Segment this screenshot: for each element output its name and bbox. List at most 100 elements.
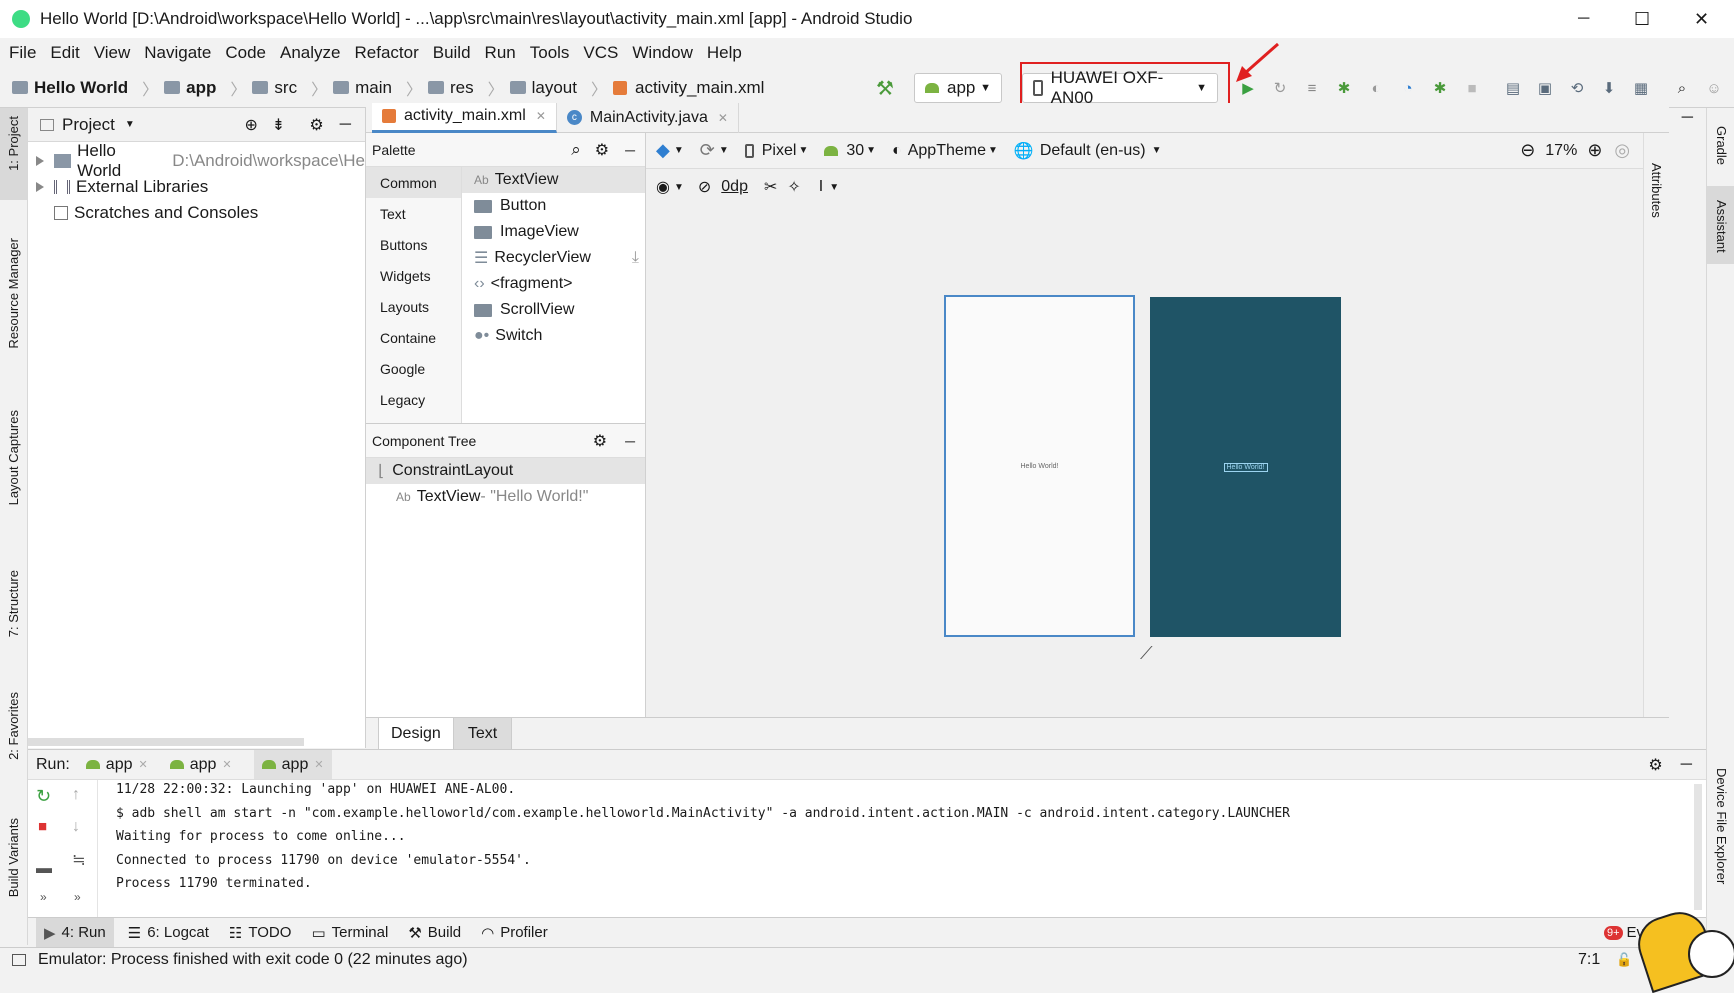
breadcrumb-file[interactable]: activity_main.xml — [613, 78, 764, 98]
tool-tab-logcat[interactable]: ☰ 6: Logcat — [128, 924, 209, 942]
api-level-select[interactable]: 30 — [846, 142, 864, 160]
eye-icon[interactable]: ◉ — [656, 177, 670, 197]
rerun-icon[interactable]: ↻ — [36, 786, 51, 807]
apply-changes-icon[interactable]: ↻ — [1269, 77, 1291, 99]
resource-manager-tab[interactable]: Resource Manager — [6, 238, 21, 349]
resize-handle-icon[interactable]: ⟋ — [1140, 643, 1153, 664]
coverage-icon[interactable]: ◐ — [1365, 77, 1387, 99]
hide-icon[interactable]: ─ — [340, 116, 351, 134]
palette-item-button[interactable]: Button — [462, 193, 645, 219]
preview-textview[interactable]: Hello World! — [1021, 463, 1059, 470]
blueprint-preview-phone[interactable]: Hello World! — [1150, 297, 1341, 637]
apply-code-changes-icon[interactable]: ≡ — [1301, 77, 1323, 99]
assistant-tab[interactable]: Assistant — [1714, 200, 1729, 253]
project-tool-tab[interactable]: 1: Project — [6, 116, 21, 171]
download-icon[interactable]: ⤓ — [632, 249, 639, 267]
search-icon[interactable]: ⌕ — [1671, 77, 1693, 99]
zoom-in-icon[interactable]: ⊕ — [1587, 140, 1602, 161]
cursor-position[interactable]: 7:1 — [1578, 951, 1600, 969]
tab-activity-main[interactable]: activity_main.xml ✕ — [372, 102, 557, 133]
design-preview-phone[interactable]: Hello World! — [944, 295, 1135, 637]
hide-icon[interactable]: ─ — [625, 142, 635, 158]
tool-tab-profiler[interactable]: ◠ Profiler — [481, 924, 548, 942]
profile-icon[interactable]: ◔ — [1397, 77, 1419, 99]
close-tab-icon[interactable]: ✕ — [314, 758, 323, 771]
palette-item-switch[interactable]: ●• Switch — [462, 323, 645, 349]
palette-category-buttons[interactable]: Buttons — [366, 229, 461, 260]
palette-item-recyclerview[interactable]: ☰ RecyclerView ⤓ — [462, 245, 645, 271]
up-icon[interactable]: ↑ — [72, 786, 80, 804]
theme-select[interactable]: AppTheme — [908, 142, 986, 160]
layout-icon[interactable]: ▬ — [36, 860, 52, 878]
run-config-select[interactable]: app ▼ — [914, 73, 1002, 103]
default-margin[interactable]: 0dp — [721, 178, 748, 196]
menu-run[interactable]: Run — [485, 43, 516, 63]
device-manager-icon[interactable]: ▦ — [1630, 77, 1652, 99]
build-variants-tab[interactable]: Build Variants — [6, 818, 21, 897]
panel-toggle-icon[interactable] — [12, 954, 26, 966]
menu-window[interactable]: Window — [632, 43, 692, 63]
palette-category-common[interactable]: Common — [366, 167, 461, 198]
menu-view[interactable]: View — [94, 43, 131, 63]
lock-icon[interactable]: 🔓 — [1616, 952, 1632, 968]
more-icon[interactable]: » — [74, 890, 81, 904]
tree-node-textview[interactable]: Ab TextView - "Hello World!" — [366, 484, 645, 510]
locale-select[interactable]: Default (en-us) — [1040, 142, 1146, 160]
menu-navigate[interactable]: Navigate — [144, 43, 211, 63]
maximize-button[interactable]: ☐ — [1634, 9, 1650, 30]
chevron-down-icon[interactable]: ▼ — [125, 119, 135, 130]
tab-mainactivity[interactable]: c MainActivity.java ✕ — [557, 102, 739, 133]
favorites-tab[interactable]: 2: Favorites — [6, 692, 21, 760]
breadcrumb-src[interactable]: src — [252, 78, 297, 98]
menu-file[interactable]: File — [9, 43, 36, 63]
breadcrumb-main[interactable]: main — [333, 78, 392, 98]
menu-build[interactable]: Build — [433, 43, 471, 63]
down-icon[interactable]: ↓ — [72, 818, 80, 836]
vertical-scrollbar[interactable] — [1694, 784, 1702, 910]
tree-item-external-libraries[interactable]: External Libraries — [36, 174, 365, 200]
breadcrumb-app[interactable]: app — [164, 78, 216, 98]
soft-wrap-icon[interactable]: ≒ — [72, 850, 85, 870]
close-tab-icon[interactable]: ✕ — [536, 109, 546, 123]
gear-icon[interactable]: ⚙ — [593, 431, 607, 451]
horizontal-scrollbar[interactable] — [28, 738, 304, 746]
locate-icon[interactable]: ⊕ — [245, 115, 258, 135]
orientation-icon[interactable]: ⟳ — [700, 140, 715, 161]
collapse-all-icon[interactable]: ⇟ — [272, 115, 285, 135]
gear-icon[interactable]: ⚙ — [595, 140, 609, 160]
palette-item-imageview[interactable]: ImageView — [462, 219, 645, 245]
layout-captures-tab[interactable]: Layout Captures — [6, 410, 21, 505]
blueprint-textview[interactable]: Hello World! — [1223, 462, 1268, 472]
tree-node-constraintlayout[interactable]: ⌊ ConstraintLayout — [366, 458, 645, 484]
breadcrumb-layout[interactable]: layout — [509, 78, 577, 98]
stop-icon[interactable]: ■ — [38, 818, 47, 835]
menu-analyze[interactable]: Analyze — [280, 43, 340, 63]
search-icon[interactable]: ⌕ — [571, 140, 581, 160]
hide-editor-icon[interactable]: ─ — [1682, 109, 1693, 127]
close-tab-icon[interactable]: ✕ — [718, 111, 728, 125]
tool-tab-terminal[interactable]: ▭ Terminal — [311, 924, 388, 942]
run-tab-3[interactable]: app ✕ — [253, 750, 332, 779]
hide-icon[interactable]: ─ — [625, 433, 635, 449]
user-icon[interactable]: ☺ — [1703, 77, 1725, 99]
tool-tab-build[interactable]: ⚒ Build — [408, 924, 461, 942]
close-button[interactable]: ✕ — [1694, 9, 1709, 30]
breadcrumb-res[interactable]: res — [427, 78, 474, 98]
expand-icon[interactable] — [36, 156, 44, 166]
palette-item-fragment[interactable]: ‹› <fragment> — [462, 271, 645, 297]
palette-category-widgets[interactable]: Widgets — [366, 260, 461, 291]
debug-icon[interactable]: ✱ — [1333, 77, 1355, 99]
tab-text[interactable]: Text — [453, 718, 513, 749]
tab-design[interactable]: Design — [378, 718, 454, 749]
attach-debugger-icon[interactable]: ✱ — [1429, 77, 1451, 99]
palette-item-scrollview[interactable]: ScrollView — [462, 297, 645, 323]
gear-icon[interactable]: ⚙ — [1648, 755, 1662, 775]
zoom-out-icon[interactable]: ⊖ — [1520, 140, 1535, 161]
run-tab-1[interactable]: app ✕ — [85, 756, 148, 774]
close-tab-icon[interactable]: ✕ — [139, 758, 148, 771]
palette-category-text[interactable]: Text — [366, 198, 461, 229]
menu-tools[interactable]: Tools — [530, 43, 570, 63]
expand-icon[interactable] — [36, 182, 44, 192]
palette-category-google[interactable]: Google — [366, 353, 461, 384]
project-structure-icon[interactable]: ▤ — [1502, 77, 1524, 99]
